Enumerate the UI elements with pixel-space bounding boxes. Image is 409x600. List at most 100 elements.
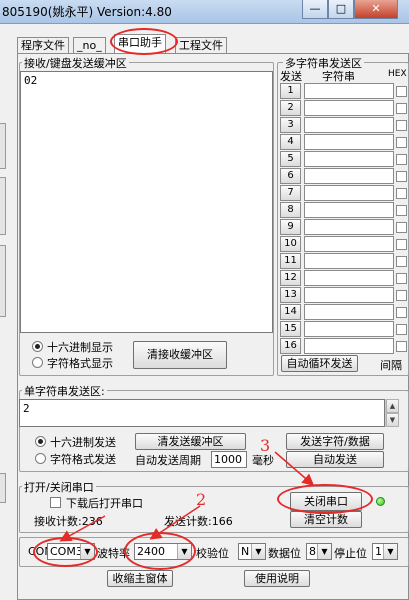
multi-hex-checkbox[interactable] (396, 86, 407, 97)
multi-string-field[interactable] (304, 117, 394, 133)
multi-send-button[interactable]: 8 (280, 202, 301, 218)
send-hex-radio[interactable] (35, 436, 46, 447)
multi-row: 13 (280, 287, 409, 304)
send-text-radio[interactable] (35, 453, 46, 464)
receive-text-radio[interactable] (32, 357, 43, 368)
multi-hex-checkbox[interactable] (396, 290, 407, 301)
maximize-button[interactable]: □ (328, 0, 354, 19)
multi-hex-checkbox[interactable] (396, 103, 407, 114)
strip-edge (0, 177, 6, 235)
multi-string-field[interactable] (304, 236, 394, 252)
send-data-button[interactable]: 发送字符/数据 (286, 433, 384, 450)
strip-edge (0, 123, 6, 169)
period-input[interactable]: 1000 (211, 451, 247, 468)
tab-no[interactable]: _no_ (73, 37, 106, 54)
scroll-up-icon[interactable]: ▲ (386, 399, 399, 413)
clear-send-button[interactable]: 清发送缓冲区 (135, 433, 246, 450)
multi-hex-checkbox[interactable] (396, 137, 407, 148)
multi-hex-checkbox[interactable] (396, 188, 407, 199)
multi-hex-checkbox[interactable] (396, 273, 407, 284)
single-send-scrollbar[interactable]: ▲ ▼ (385, 399, 399, 427)
receive-hex-radio[interactable] (32, 341, 43, 352)
multi-row: 14 (280, 304, 409, 321)
multi-hex-checkbox[interactable] (396, 341, 407, 352)
stopbits-label: 停止位 (334, 547, 367, 560)
auto-loop-send-button[interactable]: 自动循环发送 (281, 355, 358, 372)
multi-send-button[interactable]: 2 (280, 100, 301, 116)
com-port-select[interactable]: COM3 ▼ (47, 543, 95, 560)
databits-select[interactable]: 8 ▼ (306, 543, 332, 560)
multi-string-field[interactable] (304, 321, 394, 337)
multi-send-button[interactable]: 14 (280, 304, 301, 320)
multi-send-button[interactable]: 16 (280, 338, 301, 354)
multi-hex-checkbox[interactable] (396, 222, 407, 233)
multi-hex-checkbox[interactable] (396, 307, 407, 318)
close-icon: ✕ (371, 2, 381, 15)
chevron-down-icon: ▼ (80, 544, 94, 559)
multi-send-button[interactable]: 6 (280, 168, 301, 184)
scroll-down-icon[interactable]: ▼ (386, 413, 399, 427)
close-port-button[interactable]: 关闭串口 (290, 492, 362, 511)
auto-send-button[interactable]: 自动发送 (286, 451, 384, 468)
annotation-number-2: 2 (196, 490, 207, 509)
multi-string-field[interactable] (304, 185, 394, 201)
receive-buffer[interactable]: 02 (20, 71, 273, 333)
multi-send-button[interactable]: 4 (280, 134, 301, 150)
multi-hex-checkbox[interactable] (396, 324, 407, 335)
multi-send-button[interactable]: 5 (280, 151, 301, 167)
multi-hex-checkbox[interactable] (396, 205, 407, 216)
multi-string-field[interactable] (304, 287, 394, 303)
multi-row: 10 (280, 236, 409, 253)
port-status-led (376, 497, 385, 506)
chevron-down-icon: ▼ (251, 544, 265, 559)
multi-string-field[interactable] (304, 151, 394, 167)
auto-open-label: 下载后打开串口 (66, 497, 143, 510)
help-button[interactable]: 使用说明 (244, 570, 310, 587)
receive-group-label: 接收/键盘发送缓冲区 (22, 55, 129, 71)
baud-rate-select[interactable]: 2400 ▼ (134, 543, 192, 560)
multi-string-field[interactable] (304, 134, 394, 150)
multi-row: 16 (280, 338, 409, 355)
clear-receive-button[interactable]: 清接收缓冲区 (133, 341, 227, 369)
multi-string-field[interactable] (304, 219, 394, 235)
tab-serial-assistant[interactable]: 串口助手 (114, 34, 166, 54)
multi-send-button[interactable]: 15 (280, 321, 301, 337)
stopbits-value: 1 (375, 545, 382, 558)
multi-row: 5 (280, 151, 409, 168)
multi-hex-checkbox[interactable] (396, 256, 407, 267)
chevron-down-icon: ▼ (177, 544, 191, 559)
auto-open-checkbox[interactable] (50, 497, 61, 508)
tab-project-files[interactable]: 工程文件 (175, 37, 227, 54)
multi-send-button[interactable]: 12 (280, 270, 301, 286)
strip-edge (0, 473, 6, 503)
minimize-button[interactable]: — (302, 0, 328, 19)
multi-string-field[interactable] (304, 100, 394, 116)
single-send-buffer[interactable]: 2 (19, 399, 385, 427)
multi-string-field[interactable] (304, 270, 394, 286)
multi-hex-checkbox[interactable] (396, 239, 407, 250)
title-bar: 805190(姚永平) Version:4.80 — □ ✕ (0, 0, 409, 24)
multi-hex-checkbox[interactable] (396, 171, 407, 182)
multi-string-field[interactable] (304, 202, 394, 218)
multi-string-field[interactable] (304, 83, 394, 99)
multi-send-button[interactable]: 11 (280, 253, 301, 269)
tab-program-files[interactable]: 程序文件 (17, 37, 69, 54)
auto-period-label: 自动发送周期 (135, 454, 201, 467)
multi-send-button[interactable]: 9 (280, 219, 301, 235)
multi-send-button[interactable]: 7 (280, 185, 301, 201)
multi-hex-checkbox[interactable] (396, 120, 407, 131)
multi-send-button[interactable]: 1 (280, 83, 301, 99)
parity-select[interactable]: N ▼ (238, 543, 266, 560)
shrink-window-button[interactable]: 收缩主窗体 (107, 570, 173, 587)
multi-string-field[interactable] (304, 168, 394, 184)
multi-send-button[interactable]: 13 (280, 287, 301, 303)
clear-count-button[interactable]: 清空计数 (290, 511, 362, 528)
multi-string-field[interactable] (304, 253, 394, 269)
multi-hex-checkbox[interactable] (396, 154, 407, 165)
multi-string-field[interactable] (304, 338, 394, 354)
multi-string-field[interactable] (304, 304, 394, 320)
multi-send-button[interactable]: 3 (280, 117, 301, 133)
stopbits-select[interactable]: 1 ▼ (372, 543, 398, 560)
multi-send-button[interactable]: 10 (280, 236, 301, 252)
close-button[interactable]: ✕ (354, 0, 398, 19)
